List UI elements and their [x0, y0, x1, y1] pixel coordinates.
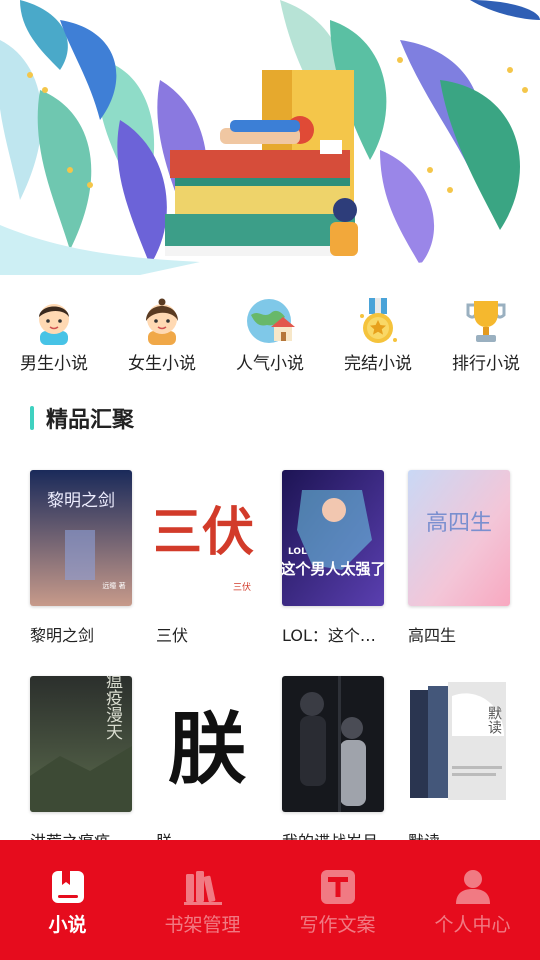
- book-card[interactable]: 黎明之剑 远瞳 著 黎明之剑: [30, 470, 134, 646]
- person-icon: [454, 868, 492, 906]
- book-title[interactable]: 三伏: [156, 622, 260, 646]
- cover-title-text: 这个男人太强了: [282, 560, 384, 578]
- medal-star-icon: [352, 296, 404, 346]
- book-title[interactable]: 高四生: [408, 622, 512, 646]
- bookshelf-icon: [183, 868, 222, 906]
- section-title: 精品汇聚: [46, 408, 135, 433]
- cover-title-text: 瘟疫漫天: [102, 676, 123, 740]
- book-title[interactable]: 黎明之剑: [30, 622, 134, 646]
- cover-author-text: 远瞳 著: [102, 581, 125, 590]
- category-label: 女生小说: [128, 354, 196, 374]
- cover-title-text: 高四生: [426, 511, 492, 536]
- book-bookmark-icon: [49, 868, 87, 906]
- book-cover[interactable]: [282, 676, 384, 812]
- book-card[interactable]: 默读 默读: [408, 676, 512, 852]
- book-card[interactable]: 三伏 三伏 三伏: [156, 470, 260, 646]
- category-nav: 男生小说 女生小说 人气小说 完结小说 排行小说: [0, 296, 540, 376]
- cover-title-text: 三伏: [156, 502, 254, 563]
- tab-label: 个人中心: [434, 914, 511, 936]
- girl-avatar-icon: [136, 296, 188, 346]
- book-cover[interactable]: 默读: [408, 676, 510, 812]
- category-popular-novel[interactable]: 人气小说: [216, 296, 324, 376]
- tab-writing[interactable]: 写作文案: [270, 840, 405, 960]
- book-title[interactable]: LOL：这个男人太强了: [282, 622, 386, 646]
- book-card[interactable]: 高四生 高四生: [408, 470, 512, 646]
- tab-bookshelf[interactable]: 书架管理: [135, 840, 270, 960]
- cover-title-text: 朕: [168, 704, 247, 795]
- banner-illustration[interactable]: [0, 0, 540, 275]
- cover-prefix-text: LOL: [288, 547, 307, 557]
- tab-label: 写作文案: [299, 914, 376, 936]
- book-cover[interactable]: 黎明之剑 远瞳 著: [30, 470, 132, 606]
- category-label: 人气小说: [236, 354, 304, 374]
- category-female-novel[interactable]: 女生小说: [108, 296, 216, 376]
- section-accent-bar: [30, 406, 34, 430]
- cover-title-text: 默读: [486, 706, 502, 734]
- category-label: 男生小说: [20, 354, 88, 374]
- category-label: 完结小说: [344, 354, 412, 374]
- category-ranking-novel[interactable]: 排行小说: [432, 296, 540, 376]
- category-finished-novel[interactable]: 完结小说: [324, 296, 432, 376]
- bottom-tab-bar: 小说 书架管理 写作文案 个人中心: [0, 840, 540, 960]
- section-heading: 精品汇聚: [30, 403, 134, 433]
- trophy-icon: [460, 296, 512, 346]
- cover-title-text: 黎明之剑: [47, 491, 115, 511]
- tab-label: 小说: [48, 914, 87, 936]
- book-cover[interactable]: 高四生: [408, 470, 510, 606]
- category-male-novel[interactable]: 男生小说: [0, 296, 108, 376]
- boy-avatar-icon: [28, 296, 80, 346]
- book-card[interactable]: 瘟疫漫天 洪荒之瘟疫: [30, 676, 134, 852]
- book-card[interactable]: LOL 这个男人太强了 LOL：这个男人太强了: [282, 470, 386, 646]
- tab-label: 书架管理: [164, 914, 241, 936]
- book-card[interactable]: 我的谍战岁月: [282, 676, 386, 852]
- globe-house-icon: [244, 296, 296, 346]
- category-label: 排行小说: [452, 354, 520, 374]
- text-t-icon: [319, 868, 357, 906]
- book-cover[interactable]: 三伏 三伏: [156, 470, 258, 606]
- book-cover[interactable]: 瘟疫漫天: [30, 676, 132, 812]
- book-card[interactable]: 朕 朕: [156, 676, 260, 852]
- book-cover[interactable]: 朕: [156, 676, 258, 812]
- cover-author-text: 三伏: [233, 581, 251, 593]
- tab-profile[interactable]: 个人中心: [405, 840, 540, 960]
- book-cover[interactable]: LOL 这个男人太强了: [282, 470, 384, 606]
- tab-novels[interactable]: 小说: [0, 840, 135, 960]
